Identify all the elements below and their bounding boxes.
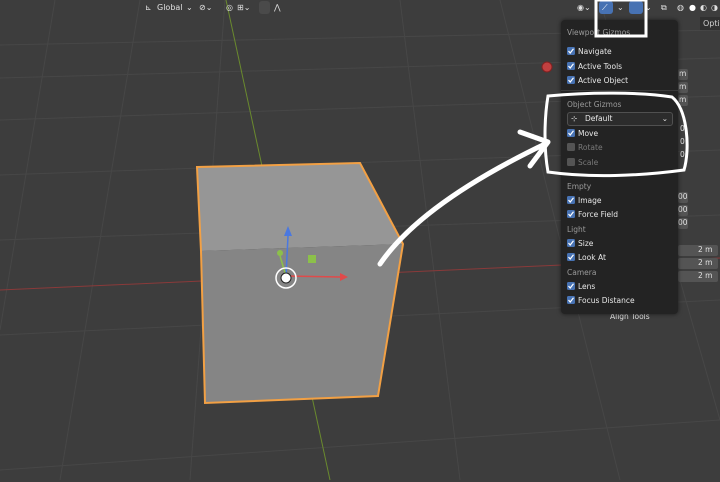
highlight-box-gizmo-button	[594, 0, 648, 38]
highlight-box-object-gizmos	[543, 91, 689, 178]
arrow-annotation	[377, 141, 548, 267]
hand-drawn-annotation	[377, 0, 689, 267]
